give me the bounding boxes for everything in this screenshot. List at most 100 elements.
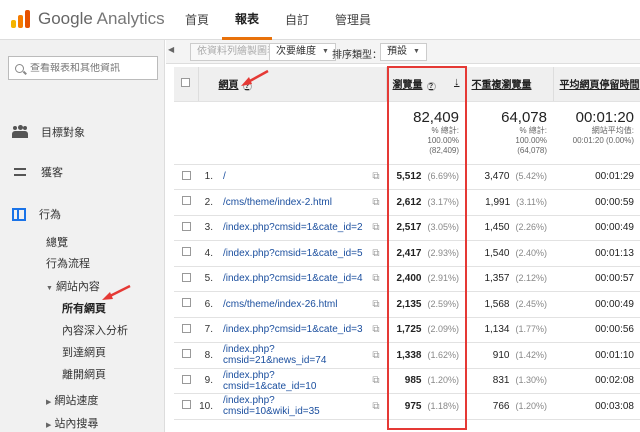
unique-value: 1,540 (484, 247, 510, 259)
unique-header-label: 不重複瀏覽量 (471, 80, 532, 92)
open-page-icon[interactable]: ⧉ (366, 393, 386, 420)
row-checkbox[interactable] (181, 298, 191, 308)
total-note: 網站平均值: (591, 125, 634, 135)
page-link[interactable]: /index.php?cmsid=1&cate_id=10 (218, 368, 366, 394)
row-checkbox[interactable] (181, 400, 191, 410)
open-page-icon[interactable]: ⧉ (366, 164, 386, 190)
row-checkbox[interactable] (181, 272, 191, 282)
analytics-logo-icon (10, 8, 32, 30)
totals-row: 82,409 % 總計: 100.00% (82,409) 64,078 % 總… (174, 101, 640, 165)
unique-pageviews-column-header[interactable]: 不重複瀏覽量 (465, 67, 554, 102)
totals-spacer (174, 101, 386, 165)
open-page-icon[interactable]: ⧉ (366, 266, 386, 292)
table-row[interactable]: 1. / ⧉ 5,512 (6.69%) 3,470 (5.42%) 00:01:2… (174, 164, 640, 190)
unique-value: 1,568 (484, 298, 510, 310)
page-link[interactable]: /index.php?cmsid=21&news_id=74 (218, 342, 366, 369)
sidebar-item-audience[interactable]: 目標對象 (12, 124, 85, 140)
page-link[interactable]: /index.php?cmsid=1&cate_id=3 (218, 317, 366, 343)
caret-right-icon: ▶ (46, 399, 52, 406)
open-page-icon[interactable]: ⧉ (366, 291, 386, 318)
table-row[interactable]: 2. /cms/theme/index-2.html ⧉ 2,612 (3.17%… (174, 189, 640, 216)
row-checkbox[interactable] (181, 170, 191, 180)
sidebar-item-site-search[interactable]: ▶ 站內搜尋 (46, 415, 98, 431)
google-analytics-logo[interactable]: Google Analytics (10, 8, 165, 30)
row-checkbox[interactable] (181, 374, 191, 384)
unique-percent: (1.77%) (515, 324, 547, 335)
search-input[interactable] (30, 62, 150, 74)
unique-pageviews-cell: 3,470 (5.42%) (465, 164, 553, 190)
page-link[interactable]: /cms/theme/index-26.html (218, 291, 366, 318)
help-icon[interactable]: ? (242, 82, 252, 92)
row-checkbox[interactable] (181, 323, 191, 333)
avg-time-cell: 00:00:49 (553, 291, 640, 318)
nav-home[interactable]: 首頁 (172, 0, 222, 40)
sidebar-item-content-drilldown[interactable]: 內容深入分析 (62, 322, 128, 338)
table-row[interactable]: 4. /index.php?cmsid=1&cate_id=5 ⧉ 2,417 (… (174, 240, 640, 267)
nav-customization[interactable]: 自訂 (272, 0, 322, 40)
page-column-header[interactable]: 網頁? (198, 67, 387, 102)
sidebar-item-exit-pages[interactable]: 離開網頁 (62, 366, 106, 382)
sidebar-item-behavior-flow[interactable]: 行為流程 (46, 255, 90, 271)
nav-reports[interactable]: 報表 (222, 0, 273, 40)
page-link[interactable]: /index.php?cmsid=1&cate_id=2 (218, 215, 366, 241)
sidebar-item-acquisition[interactable]: 獲客 (12, 164, 63, 180)
avg-time-column-header[interactable]: 平均網頁停留時間 (553, 67, 640, 102)
page-link[interactable]: /index.php?cmsid=1&cate_id=4 (218, 266, 366, 292)
logo-text: Google Analytics (38, 9, 165, 28)
table-row[interactable]: 6. /cms/theme/index-26.html ⧉ 2,135 (2.59… (174, 291, 640, 318)
total-value: 00:01:20 (575, 108, 634, 126)
unique-percent: (2.26%) (515, 222, 547, 233)
avg-time-cell: 00:03:08 (553, 393, 640, 420)
open-page-icon[interactable]: ⧉ (366, 368, 386, 394)
pageviews-cell: 1,338 (1.62%) (386, 342, 465, 369)
pageviews-value: 975 (404, 400, 422, 412)
sort-type-dropdown[interactable]: 預設 ▼ (380, 43, 427, 61)
table-row[interactable]: 8. /index.php?cmsid=21&news_id=74 ⧉ 1,33… (174, 342, 640, 369)
page-link[interactable]: / (218, 164, 366, 190)
collapse-sidebar-icon[interactable]: ◀ (168, 45, 174, 54)
sidebar-item-site-speed[interactable]: ▶ 網站速度 (46, 392, 98, 408)
avg-time-cell: 00:01:29 (553, 164, 640, 190)
open-page-icon[interactable]: ⧉ (366, 342, 386, 369)
pageviews-percent: (1.20%) (427, 375, 459, 386)
pageviews-percent: (2.09%) (427, 324, 459, 335)
table-row[interactable]: 9. /index.php?cmsid=1&cate_id=10 ⧉ 985 (1… (174, 368, 640, 394)
row-checkbox[interactable] (181, 221, 191, 231)
sort-type-label: 排序類型： (332, 50, 382, 61)
pageviews-column-header[interactable]: 瀏覽量? ↓ (386, 67, 466, 102)
secondary-dimension-dropdown[interactable]: 次要維度 ▼ (269, 43, 336, 61)
sidebar-item-all-pages[interactable]: 所有網頁 (62, 300, 106, 316)
unique-pageviews-cell: 1,568 (2.45%) (465, 291, 553, 318)
pageviews-value: 2,417 (396, 247, 422, 259)
pageviews-percent: (1.18%) (427, 400, 459, 411)
sidebar-item-landing-pages[interactable]: 到達網頁 (62, 344, 106, 360)
sidebar-search[interactable] (8, 56, 158, 80)
select-all-checkbox[interactable] (181, 77, 191, 87)
open-page-icon[interactable]: ⧉ (366, 240, 386, 267)
table-row[interactable]: 7. /index.php?cmsid=1&cate_id=3 ⧉ 1,725 (… (174, 317, 640, 343)
sidebar-item-site-content[interactable]: ▼ 網站內容 (46, 278, 100, 294)
page-link[interactable]: /cms/theme/index-2.html (218, 189, 366, 216)
page-link[interactable]: /index.php?cmsid=10&wiki_id=35 (218, 393, 366, 420)
row-checkbox[interactable] (181, 196, 191, 206)
pageviews-cell: 1,725 (2.09%) (386, 317, 465, 343)
table-row[interactable]: 3. /index.php?cmsid=1&cate_id=2 ⧉ 2,517 (… (174, 215, 640, 241)
open-page-icon[interactable]: ⧉ (366, 215, 386, 241)
total-value: 82,409 (413, 108, 459, 126)
table-row[interactable]: 10. /index.php?cmsid=10&wiki_id=35 ⧉ 975… (174, 393, 640, 420)
sidebar-item-behavior[interactable]: 行為 (12, 206, 61, 222)
open-page-icon[interactable]: ⧉ (366, 317, 386, 343)
open-page-icon[interactable]: ⧉ (366, 189, 386, 216)
nav-admin[interactable]: 管理員 (322, 0, 384, 40)
pageviews-cell: 2,417 (2.93%) (386, 240, 465, 267)
row-checkbox[interactable] (181, 247, 191, 257)
help-icon[interactable]: ? (426, 82, 436, 92)
sidebar-item-overview[interactable]: 總覽 (46, 234, 68, 250)
pageviews-value: 2,135 (396, 298, 422, 310)
row-checkbox-cell (174, 215, 198, 241)
row-index: 1. (198, 164, 218, 190)
page-link[interactable]: /index.php?cmsid=1&cate_id=5 (218, 240, 366, 267)
row-index: 9. (198, 368, 218, 394)
table-row[interactable]: 5. /index.php?cmsid=1&cate_id=4 ⧉ 2,400 (… (174, 266, 640, 292)
row-checkbox[interactable] (181, 349, 191, 359)
